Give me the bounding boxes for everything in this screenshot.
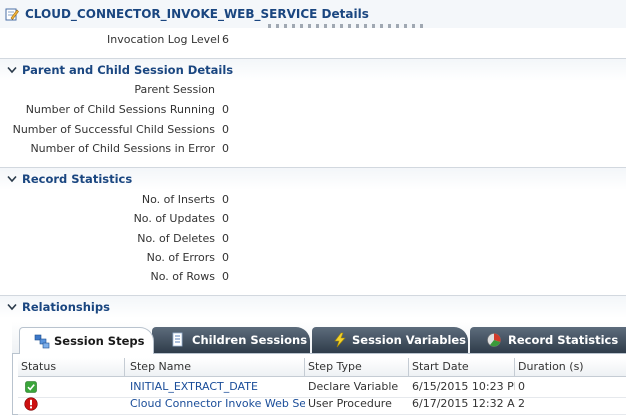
error-icon xyxy=(24,397,38,411)
column-header-step-type[interactable]: Step Type xyxy=(305,358,409,376)
rows-value: 0 xyxy=(222,270,229,283)
inserts-row: No. of Inserts xyxy=(0,192,215,208)
session-steps-icon xyxy=(34,334,50,349)
start-date-cell: 6/17/2015 12:32 AM xyxy=(412,397,515,410)
child-success-value-row: 0 xyxy=(222,122,252,138)
invocation-log-level-value-row: 6 xyxy=(222,32,262,48)
rows-value-row: 0 xyxy=(222,269,252,285)
step-name-link[interactable]: Cloud Connector Invoke Web Ser... xyxy=(127,394,305,414)
section-record-statistics[interactable]: Record Statistics xyxy=(0,167,626,190)
status-cell xyxy=(20,394,60,414)
child-error-row: Number of Child Sessions in Error xyxy=(0,141,215,157)
inserts-label: No. of Inserts xyxy=(141,193,215,206)
invocation-log-level-label: Invocation Log Level xyxy=(107,33,220,46)
child-success-row: Number of Successful Child Sessions xyxy=(0,122,215,138)
table-row[interactable]: Cloud Connector Invoke Web Ser... User P… xyxy=(18,394,626,415)
errors-row: No. of Errors xyxy=(0,250,215,266)
column-header-status[interactable]: Status xyxy=(18,358,125,376)
child-success-label: Number of Successful Child Sessions xyxy=(12,123,215,136)
record-statistics-icon xyxy=(487,333,501,347)
updates-value: 0 xyxy=(222,212,229,225)
tab-session-variables[interactable]: Session Variables xyxy=(312,327,468,353)
deletes-value: 0 xyxy=(222,232,229,245)
child-error-value-row: 0 xyxy=(222,141,252,157)
column-header-step-name[interactable]: Step Name xyxy=(127,358,305,376)
deletes-label: No. of Deletes xyxy=(137,232,215,245)
child-error-label: Number of Child Sessions in Error xyxy=(30,142,215,155)
parent-session-row: Parent Session xyxy=(0,82,215,98)
errors-label: No. of Errors xyxy=(146,251,215,264)
chevron-down-icon[interactable] xyxy=(7,174,17,184)
step-type-cell: User Procedure xyxy=(308,397,392,410)
deletes-value-row: 0 xyxy=(222,231,252,247)
child-running-row: Number of Child Sessions Running xyxy=(0,102,215,118)
scroll-artifact xyxy=(268,24,428,28)
tab-label: Session Steps xyxy=(54,334,145,348)
chevron-down-icon[interactable] xyxy=(7,302,17,312)
errors-value-row: 0 xyxy=(222,250,252,266)
section-parent-child[interactable]: Parent and Child Session Details xyxy=(0,58,626,81)
section-relationships[interactable]: Relationships xyxy=(0,295,626,318)
tab-label: Children Sessions xyxy=(192,333,308,347)
invocation-log-level-row: Invocation Log Level xyxy=(0,32,220,48)
errors-value: 0 xyxy=(222,251,229,264)
duration-cell: 2 xyxy=(518,397,525,410)
child-running-value: 0 xyxy=(222,103,229,116)
updates-label: No. of Updates xyxy=(133,212,215,225)
section-title: Parent and Child Session Details xyxy=(22,63,234,77)
column-header-start-date[interactable]: Start Date xyxy=(409,358,515,376)
table-header: Status Step Name Step Type Start Date Du… xyxy=(18,358,626,377)
tab-record-statistics[interactable]: Record Statistics xyxy=(470,327,626,353)
tab-session-steps[interactable]: Session Steps xyxy=(19,327,154,354)
section-title: Relationships xyxy=(22,300,110,314)
details-title-bar: CLOUD_CONNECTOR_INVOKE_WEB_SERVICE Detai… xyxy=(0,0,626,28)
edit-details-icon xyxy=(5,8,19,21)
inserts-value-row: 0 xyxy=(222,192,252,208)
rows-label: No. of Rows xyxy=(150,270,215,283)
success-check-icon xyxy=(25,381,37,393)
parent-session-value-row xyxy=(222,82,252,98)
rows-row: No. of Rows xyxy=(0,269,215,285)
child-error-value: 0 xyxy=(222,142,229,155)
session-steps-table: Status Step Name Step Type Start Date Du… xyxy=(12,353,626,415)
chevron-down-icon[interactable] xyxy=(7,65,17,75)
updates-row: No. of Updates xyxy=(0,211,215,227)
updates-value-row: 0 xyxy=(222,211,252,227)
children-sessions-icon xyxy=(172,332,183,347)
lightning-icon xyxy=(334,332,346,348)
child-success-value: 0 xyxy=(222,123,229,136)
tab-children-sessions[interactable]: Children Sessions xyxy=(152,327,310,353)
column-header-duration[interactable]: Duration (s) xyxy=(515,358,626,376)
child-running-value-row: 0 xyxy=(222,102,252,118)
page-title: CLOUD_CONNECTOR_INVOKE_WEB_SERVICE Detai… xyxy=(25,7,369,21)
inserts-value: 0 xyxy=(222,193,229,206)
section-title: Record Statistics xyxy=(22,172,133,186)
child-running-label: Number of Child Sessions Running xyxy=(25,103,215,116)
parent-session-label: Parent Session xyxy=(134,83,215,96)
deletes-row: No. of Deletes xyxy=(0,231,215,247)
tab-label: Record Statistics xyxy=(508,333,619,347)
tab-label: Session Variables xyxy=(352,333,467,347)
invocation-log-level-value: 6 xyxy=(222,33,229,46)
